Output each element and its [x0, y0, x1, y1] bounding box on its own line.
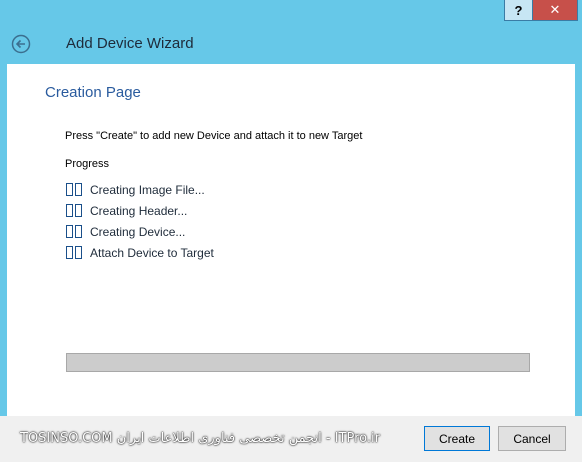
wizard-header: Add Device Wizard — [0, 22, 582, 62]
help-button[interactable]: ? — [504, 0, 532, 21]
wizard-title: Add Device Wizard — [66, 35, 194, 52]
content-panel: Creation Page Press "Create" to add new … — [7, 64, 575, 416]
instruction-text: Press "Create" to add new Device and att… — [65, 130, 363, 142]
step-status-icon — [66, 225, 82, 238]
step-item: Creating Device... — [66, 221, 214, 242]
progress-bar — [66, 353, 530, 372]
progress-steps: Creating Image File... Creating Header..… — [66, 179, 214, 263]
step-status-icon — [66, 246, 82, 259]
create-button[interactable]: Create — [424, 426, 490, 451]
progress-label: Progress — [65, 158, 110, 170]
step-item: Attach Device to Target — [66, 242, 214, 263]
cancel-button[interactable]: Cancel — [498, 426, 566, 451]
step-label: Creating Device... — [90, 224, 186, 239]
step-label: Attach Device to Target — [90, 245, 214, 260]
step-item: Creating Image File... — [66, 179, 214, 200]
step-item: Creating Header... — [66, 200, 214, 221]
titlebar-buttons: ? ✕ — [504, 0, 578, 22]
wizard-window: ? ✕ Add Device Wizard Creation Page Pres… — [0, 0, 582, 462]
watermark-text: TOSINSO.COM انجمن تخصصی فناوری اطلاعات ا… — [20, 431, 380, 446]
back-arrow-icon[interactable] — [11, 34, 31, 54]
page-title: Creation Page — [45, 84, 141, 101]
step-status-icon — [66, 183, 82, 196]
wizard-footer: TOSINSO.COM انجمن تخصصی فناوری اطلاعات ا… — [0, 416, 582, 462]
step-label: Creating Header... — [90, 203, 188, 218]
close-button[interactable]: ✕ — [532, 0, 578, 21]
step-status-icon — [66, 204, 82, 217]
step-label: Creating Image File... — [90, 182, 205, 197]
